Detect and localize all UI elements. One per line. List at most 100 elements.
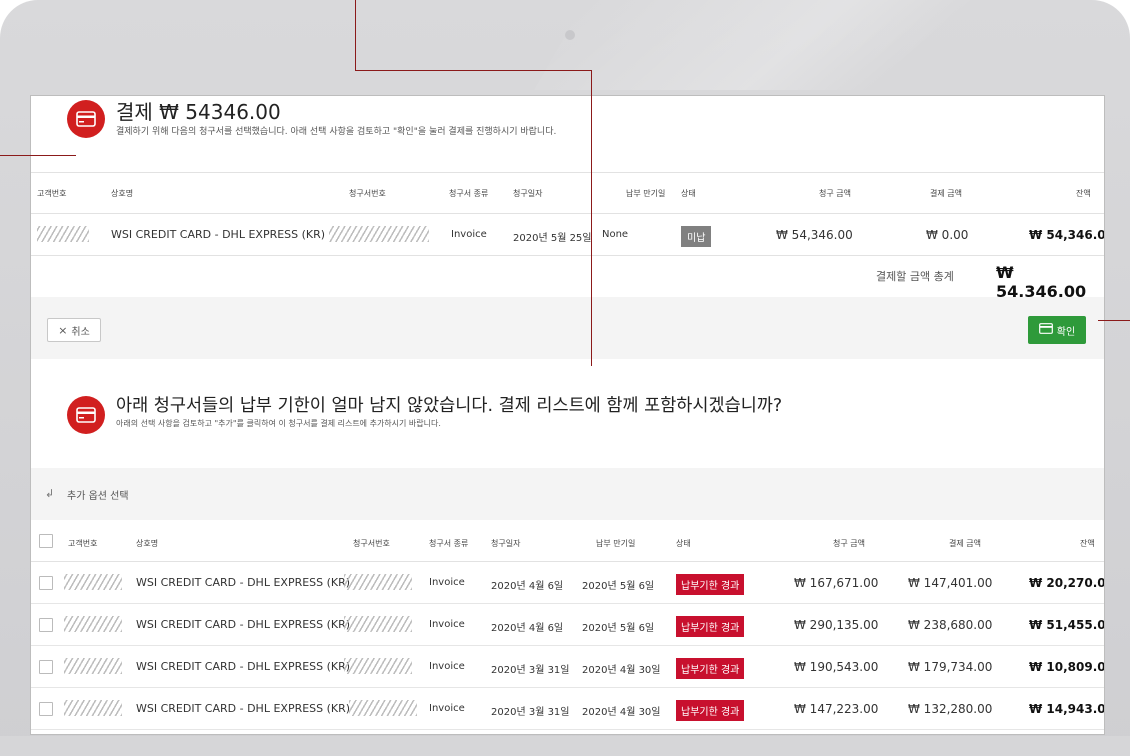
balance-amount: ₩ 20,270.00 [1029,576,1105,590]
payment-subtitle: 결제하기 위해 다음의 청구서를 선택했습니다. 아래 선택 사항을 검토하고 … [116,127,557,137]
col-status: 상태 [681,189,696,198]
masked-customer-no [64,616,122,632]
table-row[interactable]: WSI CREDIT CARD - DHL EXPRESS (KR) Invoic… [31,604,1105,646]
col-billed: 청구 금액 [819,189,851,198]
annotation-line [355,70,592,71]
row-checkbox[interactable] [39,618,53,632]
action-bar [31,297,1104,359]
payment-title: 결제 ₩ 54346.00 [116,100,281,124]
balance-amount: ₩ 51,455.00 [1029,618,1105,632]
credit-card-icon [67,396,105,434]
company-name: WSI CREDIT CARD - DHL EXPRESS (KR) [136,660,351,673]
invoice-type: Invoice [429,703,465,714]
masked-customer-no [37,226,89,242]
masked-invoice-no [329,226,429,242]
col-invoice-date: 청구일자 [491,539,521,548]
due-date: 2020년 5월 6일 [582,623,655,634]
invoice-date: 2020년 5월 25일 [513,233,592,244]
masked-invoice-no [344,616,412,632]
scrollbar[interactable] [1104,156,1105,416]
annotation-line [591,70,592,366]
billed-amount: ₩ 54,346.00 [776,228,853,242]
billed-amount: ₩ 290,135.00 [794,618,879,632]
invoice-date: 2020년 3월 31일 [491,707,570,718]
divider [31,255,1104,256]
confirm-button[interactable]: 확인 [1028,316,1086,344]
col-paid: 결제 금액 [949,539,981,548]
masked-invoice-no [344,574,412,590]
paid-amount: ₩ 238,680.00 [908,618,993,632]
status-badge: 납부기한 경과 [676,574,745,595]
cancel-button[interactable]: × 취소 [47,318,101,342]
invoice-type: Invoice [429,577,465,588]
col-invoice-no: 청구서번호 [353,539,390,548]
credit-card-icon [67,100,105,138]
divider [31,213,1104,214]
col-customer-no: 고객번호 [68,539,98,548]
col-company: 상호명 [136,539,159,548]
paid-amount: ₩ 179,734.00 [908,660,993,674]
col-invoice-type: 청구서 종류 [449,189,489,198]
status-badge: 납부기한 경과 [676,700,745,721]
masked-customer-no [64,574,122,590]
arrow-down-return-icon: ↲ [45,487,55,500]
payment-screen: 결제 ₩ 54346.00 결제하기 위해 다음의 청구서를 선택했습니다. 아… [30,95,1105,735]
invoice-type: Invoice [429,619,465,630]
masked-invoice-no [344,658,412,674]
col-balance: 잔액 [1080,539,1095,548]
notice-subtitle: 아래의 선택 사항을 검토하고 "추가"를 클릭하여 이 청구서를 결제 리스트… [116,419,441,428]
balance-amount: ₩ 54,346.00 [1029,228,1105,242]
col-invoice-no: 청구서번호 [349,189,386,198]
due-date: 2020년 5월 6일 [582,581,655,592]
notice-title: 아래 청구서들의 납부 기한이 얼마 남지 않았습니다. 결제 리스트에 함께 … [116,396,783,416]
invoice-date: 2020년 3월 31일 [491,665,570,676]
options-bar [31,468,1104,520]
company-name: WSI CREDIT CARD - DHL EXPRESS (KR) [136,618,351,631]
total-label: 결제할 금액 총계 [876,270,954,283]
invoice-type: Invoice [451,229,487,240]
annotation-line [355,0,356,71]
col-due-date: 납부 만기일 [626,189,666,198]
col-invoice-type: 청구서 종류 [429,539,469,548]
billed-amount: ₩ 190,543.00 [794,660,879,674]
col-customer-no: 고객번호 [37,189,67,198]
add-options-label[interactable]: 추가 옵션 선택 [67,487,129,502]
select-all-checkbox[interactable] [39,534,53,548]
table-row[interactable]: WSI CREDIT CARD - DHL EXPRESS (KR) Invoic… [31,688,1105,730]
due-date: 2020년 4월 30일 [582,707,661,718]
close-icon: × [58,323,68,337]
due-date: None [602,229,629,240]
table-row[interactable]: WSI CREDIT CARD - DHL EXPRESS (KR) Invoic… [31,646,1105,688]
row-checkbox[interactable] [39,660,53,674]
status-badge: 납부기한 경과 [676,616,745,637]
col-billed: 청구 금액 [833,539,865,548]
total-value: ₩ 54,346.00 [996,263,1087,301]
table-row[interactable]: WSI CREDIT CARD - DHL EXPRESS (KR) Invoic… [31,562,1105,604]
confirm-label: 확인 [1056,326,1076,338]
divider [31,172,1104,173]
annotation-line [1098,320,1130,321]
camera-dot [565,30,575,40]
invoice-type: Invoice [429,661,465,672]
company-name: WSI CREDIT CARD - DHL EXPRESS (KR) [111,228,326,241]
status-badge: 미납 [681,226,712,247]
row-checkbox[interactable] [39,702,53,716]
billed-amount: ₩ 167,671.00 [794,576,879,590]
balance-amount: ₩ 10,809.00 [1029,660,1105,674]
row-checkbox[interactable] [39,576,53,590]
company-name: WSI CREDIT CARD - DHL EXPRESS (KR) [136,576,351,589]
laptop-bottom-bezel [0,736,1130,756]
masked-customer-no [64,700,122,716]
paid-amount: ₩ 147,401.00 [908,576,993,590]
status-badge: 납부기한 경과 [676,658,745,679]
company-name: WSI CREDIT CARD - DHL EXPRESS (KR) [136,702,351,715]
col-paid: 결제 금액 [930,189,962,198]
col-due-date: 납부 만기일 [596,539,636,548]
invoice-date: 2020년 4월 6일 [491,623,564,634]
annotation-line [0,155,76,156]
paid-amount: ₩ 132,280.00 [908,702,993,716]
col-status: 상태 [676,539,691,548]
balance-amount: ₩ 14,943.00 [1029,702,1105,716]
credit-card-icon [1038,323,1053,337]
col-invoice-date: 청구일자 [513,189,543,198]
